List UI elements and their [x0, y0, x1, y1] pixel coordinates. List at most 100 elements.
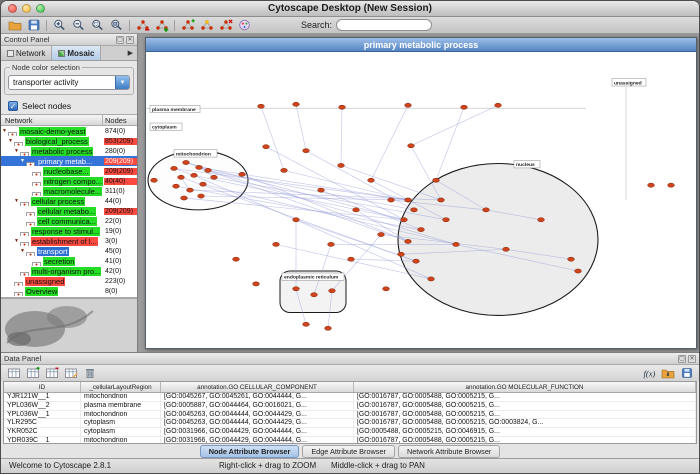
network-node[interactable] — [411, 208, 418, 212]
tab-network-attribute-browser[interactable]: Network Attribute Browser — [398, 445, 500, 458]
network-node[interactable] — [348, 257, 355, 261]
select-attributes-button[interactable] — [4, 366, 23, 381]
network-node[interactable] — [171, 166, 178, 170]
network-node[interactable] — [408, 144, 415, 148]
network-node[interactable] — [648, 183, 655, 187]
node-color-attribute-select[interactable]: transporter activity ▼ — [8, 75, 130, 90]
destroy-network-button[interactable] — [216, 18, 235, 33]
network-node[interactable] — [293, 287, 300, 291]
network-canvas[interactable]: plasma membranecytoplasmmitochondrionnuc… — [146, 52, 696, 348]
network-node[interactable] — [443, 218, 450, 222]
network-node[interactable] — [273, 242, 280, 246]
network-node[interactable] — [205, 168, 212, 172]
network-from-selection-button[interactable] — [197, 18, 216, 33]
tree-row[interactable]: Overview8(0) — [1, 286, 137, 296]
network-node[interactable] — [438, 198, 445, 202]
network-node[interactable] — [339, 105, 346, 109]
network-node[interactable] — [453, 242, 460, 246]
float-panel-icon[interactable]: ▢ — [116, 36, 124, 44]
expand-arrow-icon[interactable]: ▼ — [7, 138, 14, 144]
zoom-in-button[interactable] — [50, 18, 69, 33]
network-node[interactable] — [233, 257, 240, 261]
select-nodes-checkbox[interactable]: ✓ — [8, 101, 18, 111]
tree-row[interactable]: ▼biological_process853(209) — [1, 136, 137, 146]
network-node[interactable] — [183, 160, 190, 164]
network-node[interactable] — [178, 175, 185, 179]
network-node[interactable] — [328, 242, 335, 246]
network-node[interactable] — [495, 103, 502, 107]
close-panel-icon[interactable]: ✕ — [126, 36, 134, 44]
network-node[interactable] — [413, 259, 420, 263]
table-row[interactable]: YKR052Ccytoplasm[GO:0031966, GO:0044429,… — [4, 428, 696, 437]
network-node[interactable] — [503, 247, 510, 251]
network-node[interactable] — [303, 322, 310, 326]
expand-arrow-icon[interactable]: ▼ — [1, 128, 8, 134]
network-node[interactable] — [368, 178, 375, 182]
table-row[interactable]: YLR295Ccytoplasm[GO:0045263, GO:0044444,… — [4, 419, 696, 428]
tree-row[interactable]: nitrogen compo...40(40) — [1, 176, 137, 186]
network-node[interactable] — [329, 289, 336, 293]
expand-arrow-icon[interactable]: ▼ — [13, 198, 20, 204]
network-node[interactable] — [433, 178, 440, 182]
network-node[interactable] — [239, 172, 246, 176]
tab-node-attribute-browser[interactable]: Node Attribute Browser — [200, 445, 300, 458]
open-session-button[interactable] — [5, 18, 24, 33]
tab-mosaic[interactable]: Mosaic — [52, 46, 101, 60]
network-node[interactable] — [187, 188, 194, 192]
network-node[interactable] — [568, 257, 575, 261]
zoom-selected-button[interactable] — [88, 18, 107, 33]
network-node[interactable] — [303, 149, 310, 153]
network-node[interactable] — [325, 326, 332, 330]
table-row[interactable]: YDR039C__1mitochondrion[GO:0031966, GO:0… — [4, 437, 696, 443]
network-node[interactable] — [668, 183, 675, 187]
close-window-button[interactable] — [8, 4, 17, 13]
close-panel-icon[interactable]: ✕ — [688, 355, 696, 363]
expand-arrow-icon[interactable]: ▼ — [19, 248, 26, 254]
network-node[interactable] — [151, 178, 158, 182]
network-node[interactable] — [538, 218, 545, 222]
delete-attribute-button[interactable] — [42, 366, 61, 381]
minimize-window-button[interactable] — [22, 4, 31, 13]
tree-row[interactable]: ▼metabolic process280(0) — [1, 146, 137, 156]
expand-arrow-icon[interactable]: ▼ — [13, 148, 20, 154]
network-node[interactable] — [253, 282, 260, 286]
tree-column-network[interactable]: Network — [1, 115, 103, 125]
network-node[interactable] — [196, 165, 203, 169]
network-node[interactable] — [173, 184, 180, 188]
network-node[interactable] — [405, 239, 412, 243]
network-node[interactable] — [405, 198, 412, 202]
save-session-button[interactable] — [24, 18, 43, 33]
network-node[interactable] — [198, 194, 205, 198]
network-node[interactable] — [378, 232, 385, 236]
title-bar[interactable]: Cytoscape Desktop (New Session) — [1, 1, 699, 17]
network-node[interactable] — [293, 218, 300, 222]
network-node[interactable] — [200, 182, 207, 186]
network-node[interactable] — [258, 104, 265, 108]
delete-row-button[interactable] — [80, 366, 99, 381]
network-node[interactable] — [181, 196, 188, 200]
column-header[interactable]: ID — [4, 382, 81, 392]
network-node[interactable] — [311, 293, 318, 297]
network-node[interactable] — [383, 287, 390, 291]
network-node[interactable] — [405, 103, 412, 107]
tab-network[interactable]: Network — [1, 46, 52, 60]
network-node[interactable] — [428, 277, 435, 281]
expand-arrow-icon[interactable]: ▼ — [13, 238, 20, 244]
zoom-out-button[interactable] — [69, 18, 88, 33]
tree-row[interactable]: cellular metabo...209(209) — [1, 206, 137, 216]
float-panel-icon[interactable]: ▢ — [678, 355, 686, 363]
network-node[interactable] — [293, 102, 300, 106]
network-node[interactable] — [191, 173, 198, 177]
network-node[interactable] — [318, 188, 325, 192]
new-network-button[interactable] — [178, 18, 197, 33]
network-node[interactable] — [418, 228, 425, 232]
network-node[interactable] — [281, 168, 288, 172]
table-row[interactable]: YPL036W__1mitochondrion[GO:0045263, GO:0… — [4, 411, 696, 420]
column-header[interactable]: _cellularLayoutRegion — [81, 382, 161, 392]
network-node[interactable] — [398, 252, 405, 256]
tree-row[interactable]: ▼mosaic-demo-yeast874(0) — [1, 126, 137, 136]
expand-arrow-icon[interactable]: ▼ — [19, 158, 26, 164]
hide-selected-button[interactable] — [133, 18, 152, 33]
tree-row[interactable]: secretion41(0) — [1, 256, 137, 266]
unhide-all-button[interactable] — [152, 18, 171, 33]
